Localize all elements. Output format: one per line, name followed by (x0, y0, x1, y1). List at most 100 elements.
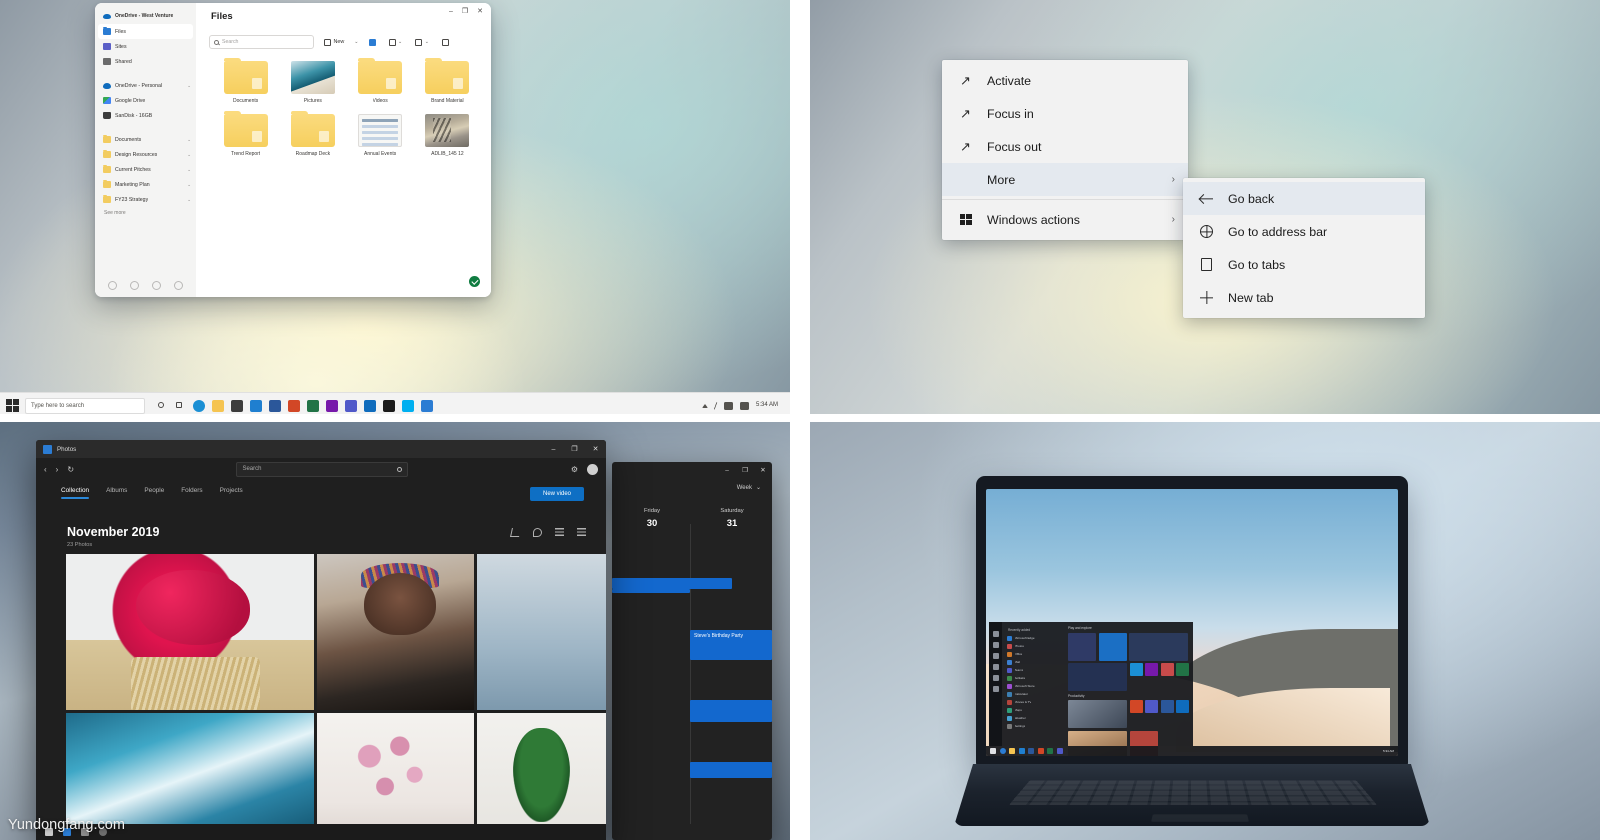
sidebar-folder-marketing-plan[interactable]: Marketing Plan ⌄ (95, 177, 196, 192)
sidebar-item-sites[interactable]: Sites (95, 39, 196, 54)
file-item[interactable]: ADLIB_145 12 (414, 114, 481, 157)
outlook-icon[interactable] (363, 399, 376, 412)
sync-icon[interactable] (108, 280, 118, 290)
close-button[interactable]: ✕ (754, 462, 772, 478)
search-input[interactable]: Search (209, 35, 314, 49)
start-app-item[interactable]: Mail (1005, 658, 1061, 666)
chevron-down-icon[interactable]: ⌄ (187, 197, 191, 203)
chevron-down-icon[interactable]: ⌄ (187, 167, 191, 173)
start-button[interactable] (6, 399, 19, 412)
upload-button[interactable] (366, 37, 379, 48)
start-app-item[interactable]: Calculator (1005, 690, 1061, 698)
powerpoint-icon[interactable] (1037, 748, 1044, 754)
photos-icon[interactable] (382, 399, 395, 412)
tab-projects[interactable]: Projects (220, 487, 243, 499)
chevron-down-icon[interactable]: ⌄ (187, 137, 191, 143)
battery-icon[interactable] (723, 401, 733, 410)
photo-thumbnail[interactable] (317, 554, 474, 711)
calendar-event-block[interactable] (690, 762, 772, 778)
tile-onenote[interactable] (1145, 663, 1158, 676)
maximize-button[interactable]: ❐ (736, 462, 754, 478)
start-app-item[interactable]: Office (1005, 650, 1061, 658)
settings-icon[interactable] (992, 675, 999, 681)
sidebar-account[interactable]: OneDrive - West Venture (95, 8, 196, 24)
mail-icon[interactable] (1018, 748, 1025, 754)
powerpoint-icon[interactable] (287, 399, 300, 412)
cortana-icon[interactable] (157, 401, 167, 411)
calendar-event-block[interactable] (690, 700, 772, 722)
sidebar-folder-documents[interactable]: Documents ⌄ (95, 132, 196, 147)
select-icon[interactable] (510, 528, 521, 537)
close-button[interactable]: ✕ (585, 440, 606, 458)
start-app-item[interactable]: Photos (1005, 642, 1061, 650)
photo-thumbnail[interactable] (66, 554, 315, 711)
mail-icon[interactable] (249, 399, 262, 412)
laptop-taskbar-clock[interactable]: 5:34 AM (1383, 749, 1394, 753)
chevron-down-icon[interactable]: ⌄ (187, 83, 191, 89)
view-button[interactable]: ⌄ (412, 37, 432, 48)
teams-icon[interactable] (1056, 748, 1063, 754)
photos-search-input[interactable]: Search (236, 461, 409, 477)
minimize-button[interactable]: – (449, 8, 453, 15)
start-app-item[interactable]: Microsoft Edge (1005, 634, 1061, 642)
sidebar-account-personal[interactable]: OneDrive - Personal ⌄ (95, 78, 196, 93)
tile-weather[interactable] (1068, 663, 1127, 691)
sort-button[interactable]: ⌄ (386, 37, 406, 48)
menu-item-go-to-tabs[interactable]: Go to tabs (1183, 248, 1425, 281)
tab-albums[interactable]: Albums (106, 487, 127, 499)
tile-photos[interactable] (1160, 663, 1174, 676)
back-icon[interactable]: ‹ (44, 465, 47, 474)
tile-news[interactable] (1129, 632, 1188, 661)
sidebar-folder-fy23-strategy[interactable]: FY23 Strategy ⌄ (95, 192, 196, 207)
avatar[interactable] (587, 463, 598, 475)
sidebar-folder-current-pitches[interactable]: Current Pitches ⌄ (95, 162, 196, 177)
refresh-icon[interactable]: ↻ (67, 465, 74, 474)
storage-icon[interactable] (130, 280, 140, 290)
start-app-item[interactable]: Teams (1005, 666, 1061, 674)
forward-icon[interactable]: › (56, 465, 59, 474)
menu-item-activate[interactable]: ↗ Activate (942, 64, 1188, 97)
start-app-item[interactable]: Maps (1005, 706, 1061, 714)
edge-icon[interactable] (192, 399, 205, 412)
file-explorer-icon[interactable] (1009, 748, 1015, 754)
filter-icon[interactable] (577, 528, 586, 537)
tile-teams[interactable] (1145, 700, 1158, 713)
pictures-icon[interactable] (992, 664, 999, 670)
tile-powerpoint[interactable] (1129, 700, 1143, 713)
minimize-button[interactable]: – (543, 440, 564, 458)
start-app-item[interactable]: Weather (1005, 714, 1061, 722)
file-item[interactable]: Trend Report (212, 110, 279, 157)
task-view-icon[interactable] (175, 401, 185, 411)
sort-icon[interactable] (555, 528, 564, 537)
settings-icon[interactable] (173, 280, 183, 290)
menu-item-go-back[interactable]: Go back (1183, 182, 1425, 215)
excel-icon[interactable] (1047, 748, 1053, 754)
skype-icon[interactable] (401, 399, 414, 412)
calculator-icon[interactable] (420, 399, 433, 412)
word-icon[interactable] (1028, 748, 1034, 754)
documents-icon[interactable] (992, 653, 999, 659)
calendar-event-card[interactable]: Steve's Birthday Party (690, 630, 772, 660)
menu-item-go-to-address-bar[interactable]: Go to address bar (1183, 215, 1425, 248)
tab-people[interactable]: People (144, 487, 164, 499)
file-item[interactable]: Brand Material (414, 57, 481, 104)
calendar-column[interactable]: Friday 30 (612, 508, 692, 529)
tile-word[interactable] (1160, 700, 1174, 713)
menu-item-new-tab[interactable]: New tab (1183, 281, 1425, 314)
help-icon[interactable] (151, 280, 161, 290)
tab-collection[interactable]: Collection (61, 487, 90, 499)
file-item[interactable]: Documents (212, 57, 279, 104)
file-item[interactable]: Roadmap Deck (279, 110, 346, 157)
chevron-down-icon[interactable]: ⌄ (187, 152, 191, 158)
account-icon[interactable] (992, 642, 999, 648)
taskbar-search-input[interactable]: Type here to search (25, 397, 145, 414)
start-app-item[interactable]: Microsoft Store (1005, 682, 1061, 690)
start-app-item[interactable]: Solitaire (1005, 674, 1061, 682)
sidebar-device-sandisk[interactable]: SanDisk - 16GB (95, 108, 196, 123)
tile-mail[interactable] (1098, 632, 1127, 661)
menu-item-more[interactable]: More › (942, 163, 1188, 196)
tile-outlook[interactable] (1176, 700, 1189, 713)
photo-thumbnail[interactable] (476, 713, 606, 840)
sidebar-item-shared[interactable]: Shared (95, 54, 196, 69)
close-button[interactable]: ✕ (477, 8, 483, 15)
